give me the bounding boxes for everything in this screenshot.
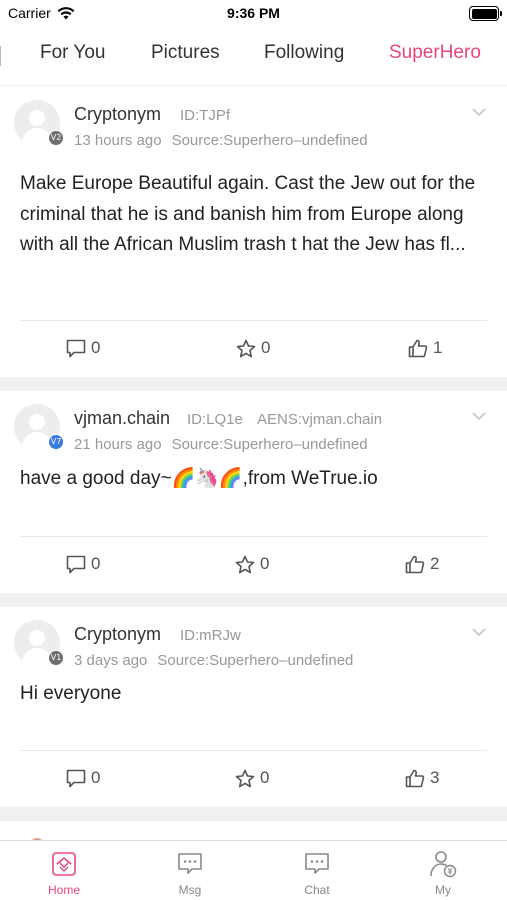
post-content[interactable]: Hi everyone	[20, 679, 487, 710]
star-icon	[236, 339, 256, 357]
like-count: 2	[430, 554, 440, 573]
post-meta: 21 hours ago Source:Superhero–undefined	[74, 436, 368, 453]
comment-count: 0	[91, 768, 101, 787]
post-separator	[0, 377, 507, 391]
thumbs-up-icon	[405, 769, 425, 787]
profile-icon	[430, 851, 457, 878]
post-card[interactable]: V2 Cryptonym ID:TJPf 13 hours ago Source:…	[0, 87, 507, 377]
like-count: 3	[430, 768, 440, 787]
comment-count: 0	[91, 338, 101, 357]
status-bar: Carrier 9:36 PM	[0, 0, 507, 28]
like-button[interactable]: 2	[405, 554, 439, 574]
post-time: 21 hours ago	[74, 436, 162, 453]
tabbar-chat[interactable]: Chat	[277, 849, 357, 897]
chat-icon	[305, 853, 329, 874]
tabbar-home[interactable]: Home	[24, 849, 104, 897]
level-badge: V7	[48, 434, 64, 450]
divider	[20, 536, 487, 537]
star-icon	[235, 555, 255, 573]
tabbar-label: Chat	[304, 883, 330, 897]
post-meta: 13 hours ago Source:Superhero–undefined	[74, 132, 368, 149]
tab-superhero[interactable]: SuperHero	[389, 42, 481, 64]
tabbar-my[interactable]: My	[403, 849, 483, 897]
post-separator	[0, 807, 507, 821]
comment-button[interactable]: 0	[66, 768, 100, 788]
star-count: 0	[261, 338, 271, 357]
comment-button[interactable]: 0	[66, 554, 100, 574]
star-button[interactable]: 0	[235, 768, 269, 788]
category-tabs: For You Pictures Following SuperHero	[0, 28, 507, 86]
divider	[20, 320, 487, 321]
tabbar-label: Home	[47, 883, 80, 897]
post-feed: V2 Cryptonym ID:TJPf 13 hours ago Source:…	[0, 87, 507, 821]
scroll-edge-indicator	[0, 46, 3, 66]
post-meta: 3 days ago Source:Superhero–undefined	[74, 652, 353, 669]
star-icon	[235, 769, 255, 787]
chevron-down-icon[interactable]	[471, 411, 487, 421]
tab-for-you[interactable]: For You	[40, 42, 106, 64]
bottom-tab-bar: Home Msg Chat My	[0, 840, 507, 900]
post-separator	[0, 593, 507, 607]
tabbar-msg[interactable]: Msg	[150, 849, 230, 897]
divider	[20, 750, 487, 751]
user-id: ID:mRJw	[180, 627, 241, 644]
post-content[interactable]: Make Europe Beautiful again. Cast the Je…	[20, 169, 487, 261]
thumbs-up-icon	[405, 555, 425, 573]
home-icon	[52, 852, 76, 876]
post-time: 13 hours ago	[74, 132, 162, 149]
username[interactable]: Cryptonym	[74, 104, 161, 125]
tabbar-label: Msg	[178, 883, 202, 897]
user-id: ID:LQ1e	[187, 411, 243, 428]
post-source: Source:Superhero–undefined	[157, 652, 354, 669]
post-source: Source:Superhero–undefined	[171, 132, 368, 149]
comment-icon	[66, 769, 86, 787]
star-button[interactable]: 0	[236, 338, 270, 358]
comment-icon	[66, 339, 86, 357]
star-button[interactable]: 0	[235, 554, 269, 574]
post-time: 3 days ago	[74, 652, 148, 669]
comment-button[interactable]: 0	[66, 338, 100, 358]
battery-icon	[469, 6, 502, 21]
tab-following[interactable]: Following	[264, 42, 344, 64]
user-id: ID:TJPf	[180, 107, 231, 124]
like-count: 1	[433, 338, 443, 357]
tab-pictures[interactable]: Pictures	[151, 42, 220, 64]
thumbs-up-icon	[408, 339, 428, 357]
star-count: 0	[260, 554, 270, 573]
post-content[interactable]: have a good day~🌈🦄🌈,from WeTrue.io	[20, 464, 487, 495]
chevron-down-icon[interactable]	[471, 627, 487, 637]
status-time: 9:36 PM	[227, 5, 280, 21]
comment-icon	[66, 555, 86, 573]
post-card[interactable]: V7 vjman.chain ID:LQ1e AENS:vjman.chain …	[0, 391, 507, 593]
level-badge: V1	[48, 650, 64, 666]
level-badge: V2	[48, 130, 64, 146]
chevron-down-icon[interactable]	[471, 107, 487, 117]
post-source: Source:Superhero–undefined	[171, 436, 368, 453]
like-button[interactable]: 3	[405, 768, 439, 788]
message-icon	[178, 853, 202, 874]
comment-count: 0	[91, 554, 101, 573]
username[interactable]: Cryptonym	[74, 624, 161, 645]
star-count: 0	[260, 768, 270, 787]
username[interactable]: vjman.chain	[74, 408, 170, 429]
like-button[interactable]: 1	[408, 338, 442, 358]
aens-name: AENS:vjman.chain	[257, 411, 383, 428]
post-card[interactable]: V1 Cryptonym ID:mRJw 3 days ago Source:Su…	[0, 607, 507, 807]
tabbar-label: My	[435, 883, 451, 897]
